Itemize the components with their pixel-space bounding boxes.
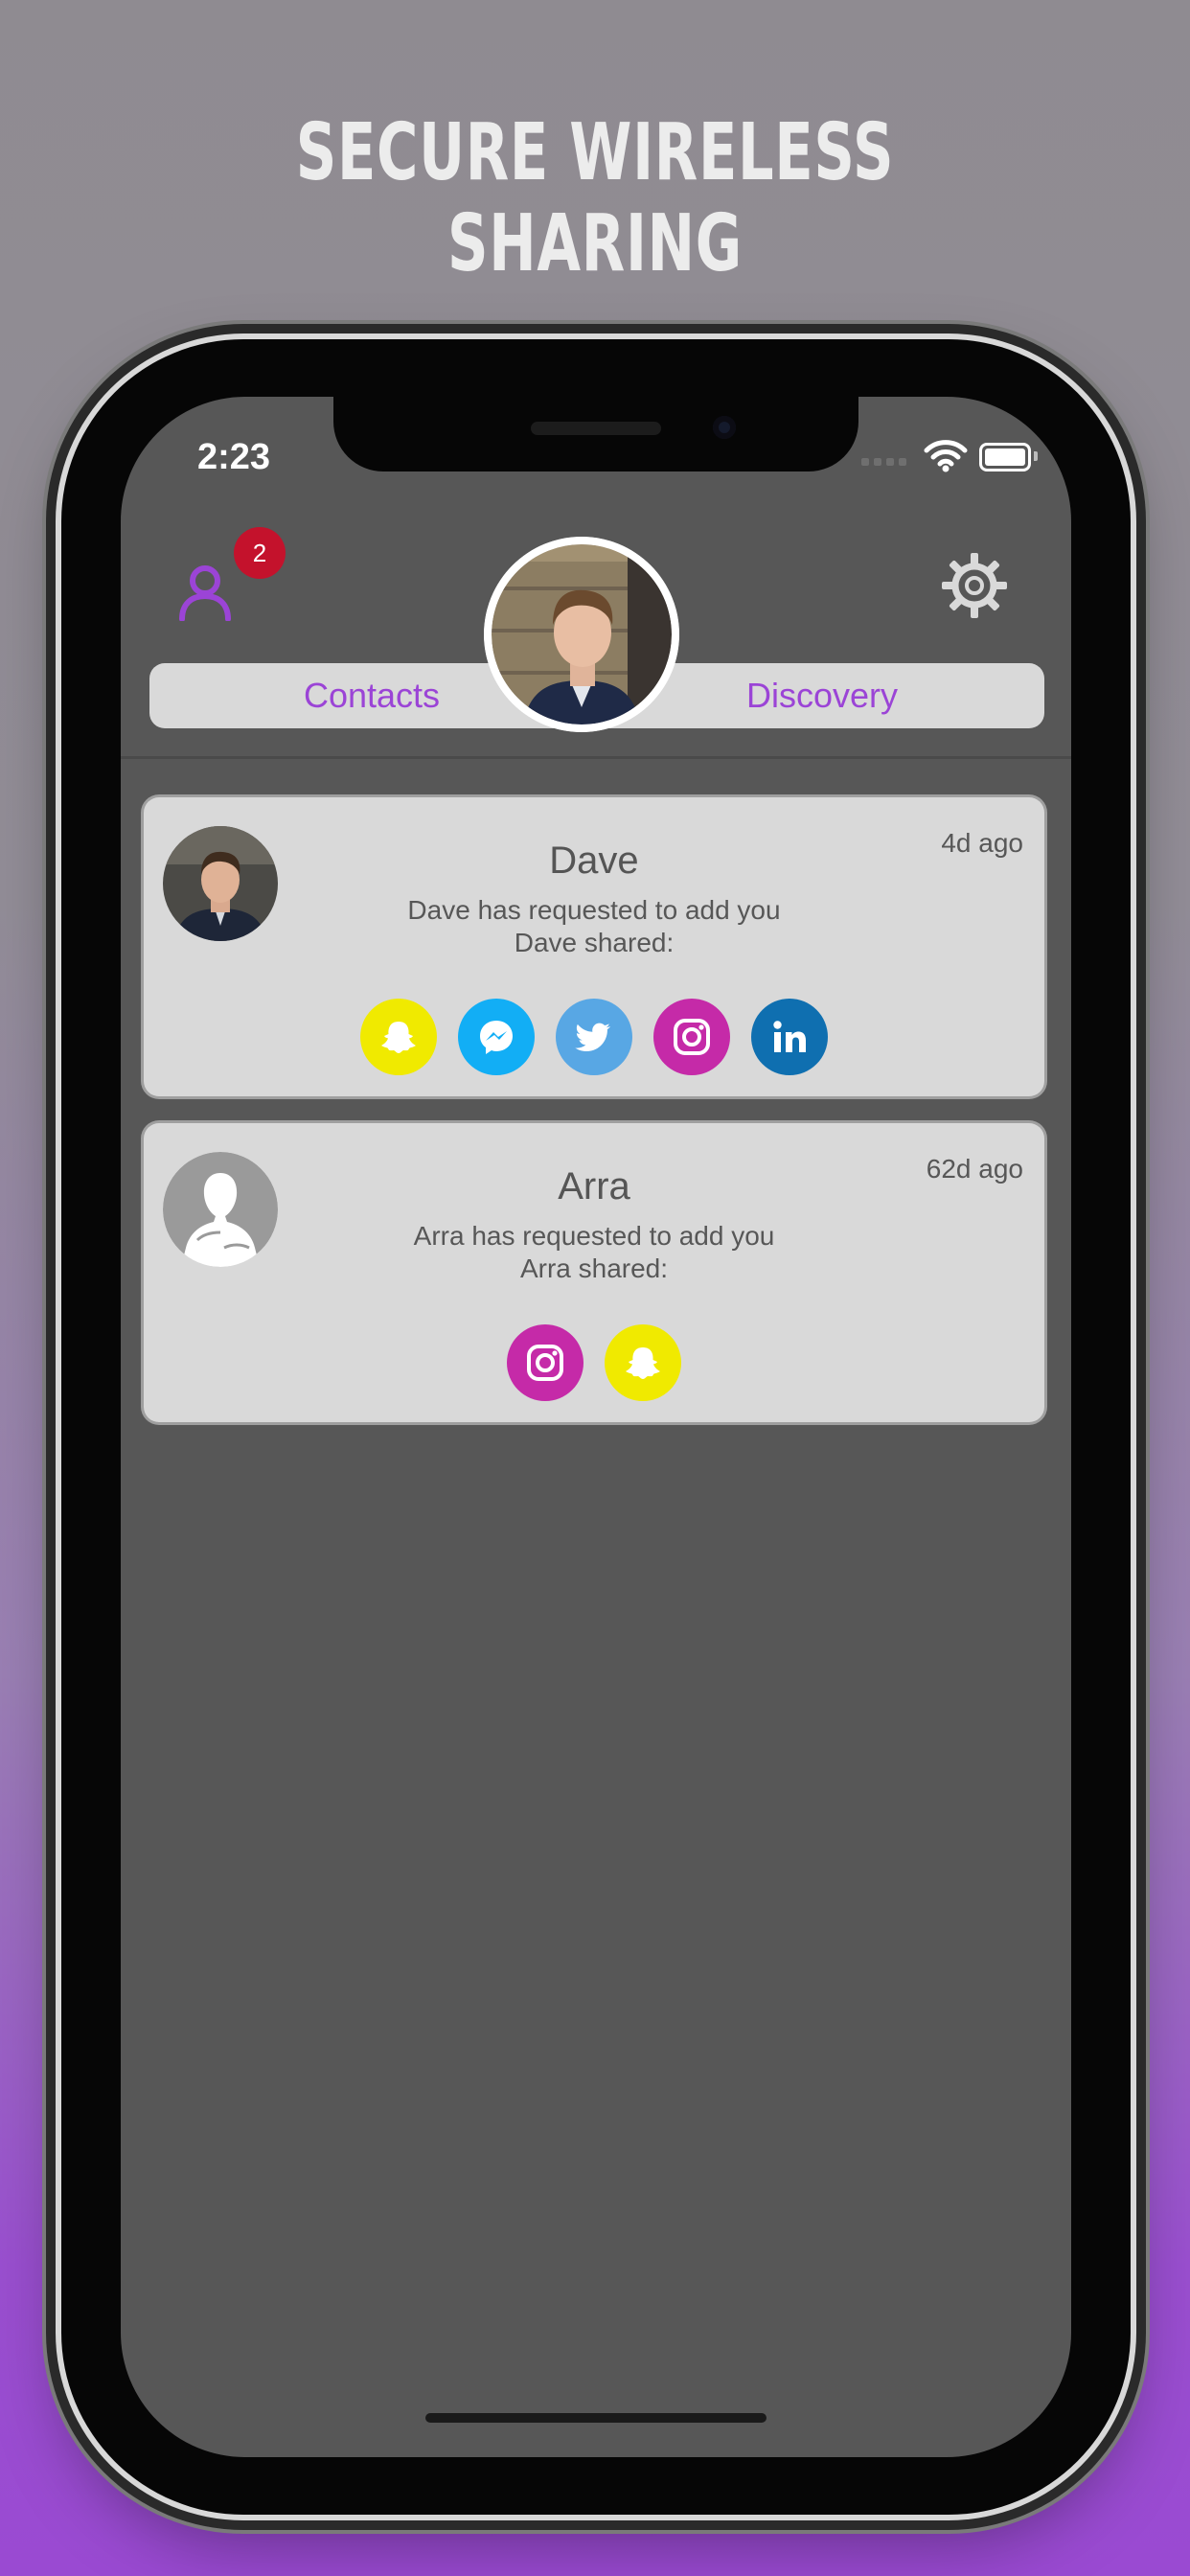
- contact-name: Dave: [549, 840, 639, 882]
- profile-photo[interactable]: [484, 537, 679, 732]
- instagram-icon[interactable]: [507, 1324, 584, 1401]
- request-time: 62d ago: [926, 1154, 1023, 1184]
- request-card-dave[interactable]: Dave 4d ago Dave has requested to add yo…: [144, 797, 1044, 1096]
- instagram-icon[interactable]: [653, 999, 730, 1075]
- home-indicator[interactable]: [425, 2413, 767, 2423]
- contacts-icon[interactable]: [176, 560, 234, 621]
- contact-name: Arra: [558, 1165, 630, 1208]
- cellular-signal-icon: [861, 458, 906, 466]
- battery-tip: [1034, 451, 1038, 461]
- app-screen: 2:23 2 Contacts Discovery Dave 4d ago Da…: [121, 397, 1071, 2457]
- shared-label: Dave shared:: [514, 928, 675, 957]
- battery-icon: [979, 443, 1031, 472]
- request-message: Arra has requested to add you: [413, 1221, 775, 1251]
- notch: [333, 397, 858, 472]
- settings-gear-icon[interactable]: [941, 552, 1008, 619]
- twitter-icon[interactable]: [556, 999, 632, 1075]
- snapchat-icon[interactable]: [360, 999, 437, 1075]
- shared-networks: [144, 1324, 1044, 1401]
- header-divider: [121, 756, 1071, 759]
- request-message: Dave has requested to add you: [407, 895, 781, 925]
- front-camera: [713, 416, 736, 439]
- status-time: 2:23: [197, 437, 271, 477]
- shared-label: Arra shared:: [519, 1254, 669, 1283]
- request-card-arra[interactable]: Arra 62d ago Arra has requested to add y…: [144, 1123, 1044, 1422]
- wifi-icon: [924, 440, 968, 472]
- snapchat-icon[interactable]: [605, 1324, 681, 1401]
- profile-photo-image: [484, 537, 679, 732]
- phone-frame: 2:23 2 Contacts Discovery Dave 4d ago Da…: [61, 339, 1131, 2515]
- messenger-icon[interactable]: [458, 999, 535, 1075]
- shared-networks: [144, 999, 1044, 1075]
- request-time: 4d ago: [941, 828, 1023, 858]
- linkedin-icon[interactable]: [751, 999, 828, 1075]
- headline: SECURE WIRELESS SHARING: [295, 107, 895, 289]
- request-count-badge: 2: [234, 527, 286, 579]
- speaker: [531, 422, 661, 435]
